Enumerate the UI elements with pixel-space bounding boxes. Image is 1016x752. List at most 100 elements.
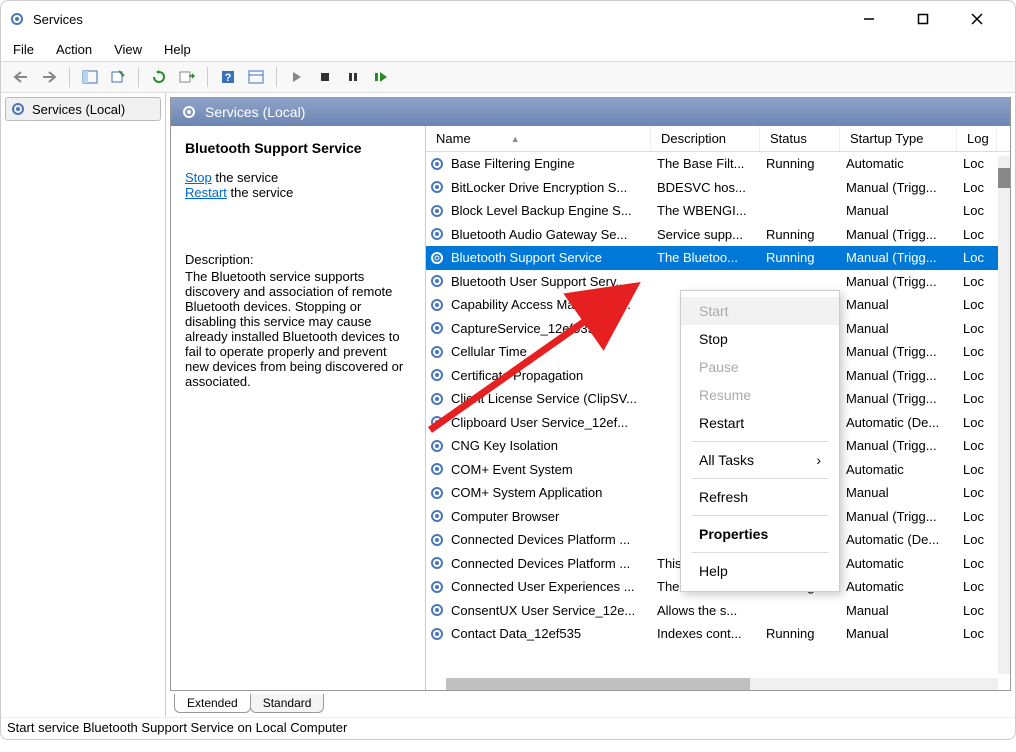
pause-service-button[interactable] — [341, 65, 365, 89]
service-name: COM+ Event System — [451, 462, 573, 477]
service-description: The Base Filt... — [651, 156, 760, 171]
refresh-button[interactable] — [147, 65, 171, 89]
properties-button[interactable] — [244, 65, 268, 89]
service-name: Computer Browser — [451, 509, 559, 524]
minimize-button[interactable] — [851, 5, 887, 33]
service-startup: Automatic — [840, 579, 957, 594]
horizontal-scrollbar[interactable] — [446, 678, 998, 690]
col-status[interactable]: Status — [760, 126, 840, 151]
gear-icon — [429, 602, 445, 618]
detail-title: Bluetooth Support Service — [185, 140, 411, 156]
ctx-refresh[interactable]: Refresh — [681, 483, 839, 511]
tab-standard[interactable]: Standard — [250, 694, 325, 713]
maximize-button[interactable] — [905, 5, 941, 33]
window-controls — [851, 5, 1007, 33]
service-startup: Manual — [840, 485, 957, 500]
gear-icon — [429, 320, 445, 336]
tree-root-node[interactable]: Services (Local) — [5, 97, 161, 121]
service-logon: Loc — [957, 227, 997, 242]
gear-icon — [429, 555, 445, 571]
table-row[interactable]: BitLocker Drive Encryption S...BDESVC ho… — [426, 176, 1010, 200]
close-button[interactable] — [959, 5, 995, 33]
stop-link[interactable]: Stop — [185, 170, 212, 185]
service-startup: Automatic — [840, 156, 957, 171]
table-row[interactable]: ConsentUX User Service_12e...Allows the … — [426, 599, 1010, 623]
table-row[interactable]: Base Filtering EngineThe Base Filt...Run… — [426, 152, 1010, 176]
toolbar: ? — [1, 61, 1015, 93]
service-name: Bluetooth Audio Gateway Se... — [451, 227, 627, 242]
ctx-all-tasks[interactable]: All Tasks› — [681, 446, 839, 474]
col-name[interactable]: Name▲ — [426, 126, 651, 151]
ctx-help[interactable]: Help — [681, 557, 839, 585]
gear-icon — [10, 101, 26, 117]
col-startup[interactable]: Startup Type — [840, 126, 957, 151]
chevron-right-icon: › — [816, 452, 821, 468]
service-startup: Manual (Trigg... — [840, 509, 957, 524]
vertical-scrollbar[interactable] — [998, 156, 1010, 674]
tree-root-label: Services (Local) — [32, 102, 125, 117]
service-name: Connected Devices Platform ... — [451, 532, 630, 547]
service-startup: Manual (Trigg... — [840, 180, 957, 195]
separator — [691, 441, 829, 442]
restart-service-line: Restart the service — [185, 185, 411, 200]
gear-icon — [429, 438, 445, 454]
col-logon[interactable]: Log — [957, 126, 997, 151]
col-description[interactable]: Description — [651, 126, 760, 151]
restart-link[interactable]: Restart — [185, 185, 227, 200]
ctx-restart[interactable]: Restart — [681, 409, 839, 437]
ctx-stop[interactable]: Stop — [681, 325, 839, 353]
service-startup: Manual — [840, 297, 957, 312]
stop-service-button[interactable] — [313, 65, 337, 89]
gear-icon — [181, 104, 197, 120]
service-logon: Loc — [957, 438, 997, 453]
restart-service-button[interactable] — [369, 65, 393, 89]
gear-icon — [429, 297, 445, 313]
table-row[interactable]: Bluetooth Audio Gateway Se...Service sup… — [426, 223, 1010, 247]
export-list-button[interactable] — [175, 65, 199, 89]
service-startup: Manual — [840, 603, 957, 618]
service-logon: Loc — [957, 485, 997, 500]
forward-button[interactable] — [37, 65, 61, 89]
gear-icon — [429, 203, 445, 219]
service-name: COM+ System Application — [451, 485, 602, 500]
separator — [691, 478, 829, 479]
service-startup: Manual (Trigg... — [840, 227, 957, 242]
back-button[interactable] — [9, 65, 33, 89]
service-logon: Loc — [957, 368, 997, 383]
sort-asc-icon: ▲ — [511, 134, 520, 144]
ctx-properties[interactable]: Properties — [681, 520, 839, 548]
service-startup: Manual (Trigg... — [840, 344, 957, 359]
service-logon: Loc — [957, 509, 997, 524]
service-startup: Automatic — [840, 556, 957, 571]
table-row[interactable]: Block Level Backup Engine S...The WBENGI… — [426, 199, 1010, 223]
service-description: BDESVC hos... — [651, 180, 760, 195]
export-button[interactable] — [106, 65, 130, 89]
pane-header: Services (Local) — [171, 98, 1010, 126]
service-logon: Loc — [957, 603, 997, 618]
description-text: The Bluetooth service supports discovery… — [185, 269, 411, 389]
service-name: Client License Service (ClipSV... — [451, 391, 637, 406]
gear-icon — [429, 485, 445, 501]
menu-view[interactable]: View — [114, 42, 142, 57]
tab-extended[interactable]: Extended — [174, 694, 251, 713]
service-description: The Bluetoo... — [651, 250, 760, 265]
service-startup: Manual (Trigg... — [840, 438, 957, 453]
table-row[interactable]: Bluetooth Support ServiceThe Bluetoo...R… — [426, 246, 1010, 270]
service-logon: Loc — [957, 344, 997, 359]
menu-file[interactable]: File — [13, 42, 34, 57]
help-button[interactable]: ? — [216, 65, 240, 89]
start-service-button[interactable] — [285, 65, 309, 89]
service-startup: Manual (Trigg... — [840, 391, 957, 406]
show-hide-tree-button[interactable] — [78, 65, 102, 89]
service-name: Certificate Propagation — [451, 368, 583, 383]
gear-icon — [429, 532, 445, 548]
table-row[interactable]: Contact Data_12ef535Indexes cont...Runni… — [426, 622, 1010, 646]
gear-icon — [429, 250, 445, 266]
service-name: Bluetooth Support Service — [451, 250, 602, 265]
menu-action[interactable]: Action — [56, 42, 92, 57]
service-startup: Manual — [840, 321, 957, 336]
service-logon: Loc — [957, 321, 997, 336]
service-startup: Manual (Trigg... — [840, 368, 957, 383]
service-logon: Loc — [957, 556, 997, 571]
menu-help[interactable]: Help — [164, 42, 191, 57]
